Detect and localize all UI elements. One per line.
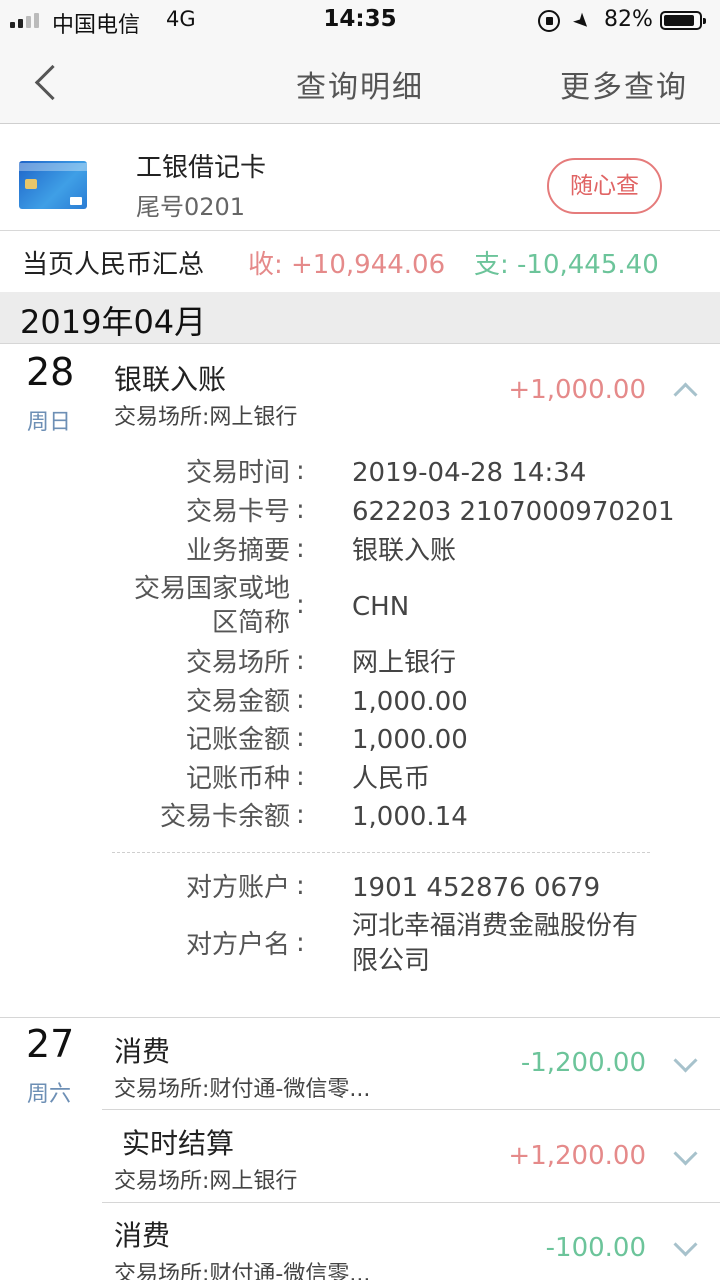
detail-label: 交易时间 <box>185 458 290 488</box>
free-query-button[interactable]: 随心查 <box>547 158 662 214</box>
transaction-title: 银联入账 <box>114 363 227 396</box>
detail-value: 622203 2107000970201 <box>352 497 675 527</box>
detail-label: 对方账户 <box>185 873 290 903</box>
detail-value: CHN <box>352 592 410 622</box>
income-total: 收: +10,944.06 <box>248 250 446 280</box>
transaction-place: 交易场所:财付通-微信零... <box>114 1077 371 1102</box>
day-divider <box>0 1017 720 1018</box>
transaction-amount: -100.00 <box>545 1233 646 1263</box>
card-info: 工银借记卡 尾号0201 随心查 <box>0 125 720 231</box>
more-query-button[interactable]: 更多查询 <box>560 62 688 106</box>
day-weekday: 周日 <box>27 410 72 435</box>
transaction-place: 交易场所:网上银行 <box>114 405 298 430</box>
battery-percent: 82% <box>604 7 653 32</box>
row-divider <box>102 1109 720 1110</box>
detail-label: 交易场所 <box>185 648 290 678</box>
day-weekday: 周六 <box>27 1082 72 1107</box>
detail-value: 网上银行 <box>352 648 457 678</box>
transaction-place: 交易场所:网上银行 <box>114 1169 298 1194</box>
detail-divider <box>112 852 650 853</box>
bank-card-image <box>19 161 87 209</box>
chevron-down-icon[interactable] <box>672 1236 698 1262</box>
back-icon[interactable] <box>30 62 64 102</box>
card-name: 工银借记卡 <box>136 153 267 183</box>
detail-value: 人民币 <box>352 764 431 794</box>
transaction-title: 消费 <box>114 1035 171 1068</box>
detail-value: 1,000.00 <box>352 725 468 755</box>
detail-value: 2019-04-28 14:34 <box>352 458 587 488</box>
detail-value: 1,000.00 <box>352 687 468 717</box>
card-tail-number: 尾号0201 <box>136 193 246 221</box>
chevron-up-icon[interactable] <box>672 378 698 404</box>
detail-label: 业务摘要 <box>185 536 290 566</box>
month-header: 2019年04月 <box>0 292 720 344</box>
detail-value: 1,000.14 <box>352 802 468 832</box>
transaction-amount: +1,000.00 <box>508 375 646 405</box>
detail-value: 河北幸福消费金融股份有 <box>352 911 639 941</box>
detail-label-cont: 区简称 <box>211 608 290 638</box>
navigation-bar: 查询明细 更多查询 <box>0 40 720 124</box>
transaction-title: 实时结算 <box>122 1127 235 1160</box>
page-summary: 当页人民币汇总 收: +10,944.06 支: -10,445.40 <box>0 232 720 292</box>
detail-label: 交易卡余额 <box>159 802 290 832</box>
day-number: 28 <box>26 350 75 394</box>
detail-value: 1901 452876 0679 <box>352 873 601 903</box>
month-label: 2019年04月 <box>20 303 207 341</box>
detail-label: 对方户名 <box>185 930 290 960</box>
day-number: 27 <box>26 1022 75 1066</box>
transaction-title: 消费 <box>114 1219 171 1252</box>
detail-label: 交易金额 <box>185 687 290 717</box>
summary-label: 当页人民币汇总 <box>22 250 205 280</box>
transaction-place: 交易场所:财付通-微信零... <box>114 1262 371 1280</box>
battery-icon <box>660 11 706 30</box>
detail-label: 记账币种 <box>185 764 290 794</box>
detail-value: 银联入账 <box>352 536 457 566</box>
row-divider <box>102 1202 720 1203</box>
status-bar: 中国电信 4G 14:35 ➤ 82% <box>0 0 720 40</box>
chevron-down-icon[interactable] <box>672 1145 698 1171</box>
transaction-amount: +1,200.00 <box>508 1141 646 1171</box>
expense-total: 支: -10,445.40 <box>474 250 659 280</box>
rotation-lock-icon <box>538 10 560 32</box>
chevron-down-icon[interactable] <box>672 1052 698 1078</box>
detail-value-cont: 限公司 <box>352 946 431 976</box>
detail-label: 记账金额 <box>185 725 290 755</box>
detail-label: 交易卡号 <box>185 497 290 527</box>
detail-label: 交易国家或地 <box>133 574 290 604</box>
transaction-amount: -1,200.00 <box>520 1048 646 1078</box>
